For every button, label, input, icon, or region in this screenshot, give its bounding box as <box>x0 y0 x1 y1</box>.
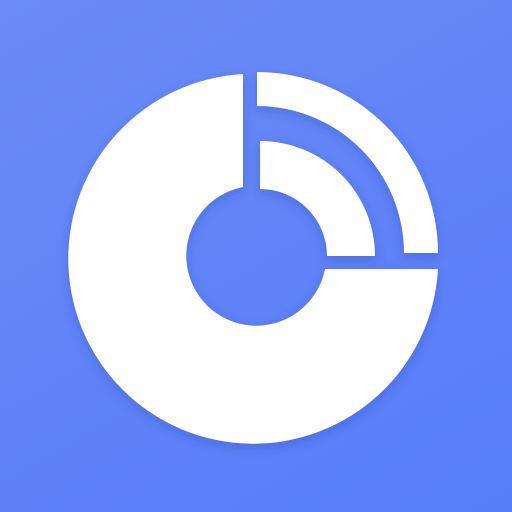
signal-arc-inner <box>260 141 375 256</box>
disc-signal-icon <box>68 72 438 444</box>
icon-foreground <box>68 72 438 444</box>
app-icon-tile <box>0 0 512 512</box>
